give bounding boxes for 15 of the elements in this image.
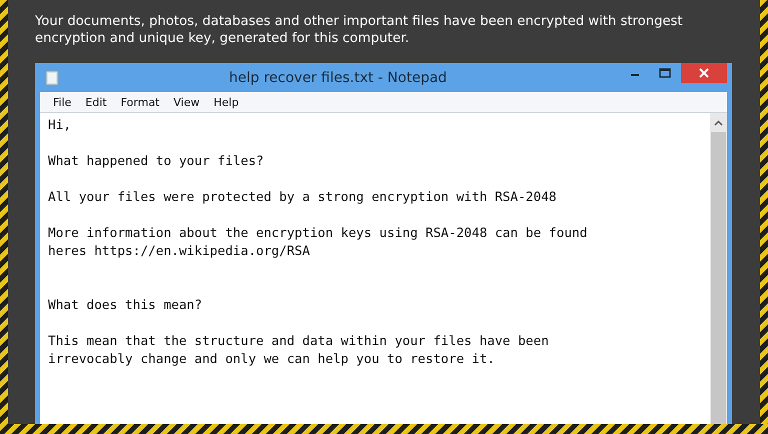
close-button[interactable] <box>681 63 727 83</box>
document-text: Hi, What happened to your files? All your files were protected by a strong encryption with RSA-2048 More information about the encryption keys using RSA-2048 can be found heres https://en.wikipedia.org/RSA What does this mean? This mean that the structure and data within your files have been irrevocably change and only we can help you to restore it. <box>47 117 588 369</box>
maximize-icon <box>659 68 671 78</box>
menu-item[interactable]: Edit <box>78 96 114 108</box>
menu-item[interactable]: Format <box>114 96 166 108</box>
menu-item[interactable]: View <box>166 96 207 108</box>
close-icon <box>699 68 709 78</box>
heading-text: Your documents, photos, databases and other important files have been encrypted with strongest encryption and unique key, generated for this computer. <box>35 13 684 47</box>
menu-item[interactable]: File <box>46 96 78 108</box>
notepad-icon <box>45 70 59 86</box>
menu-item[interactable]: Help <box>206 96 246 108</box>
window-title: help recover files.txt - Notepad <box>229 70 447 86</box>
scroll-up-icon[interactable] <box>714 120 723 126</box>
scroll-thumb[interactable] <box>711 132 726 424</box>
scroll-bar[interactable] <box>710 113 727 424</box>
